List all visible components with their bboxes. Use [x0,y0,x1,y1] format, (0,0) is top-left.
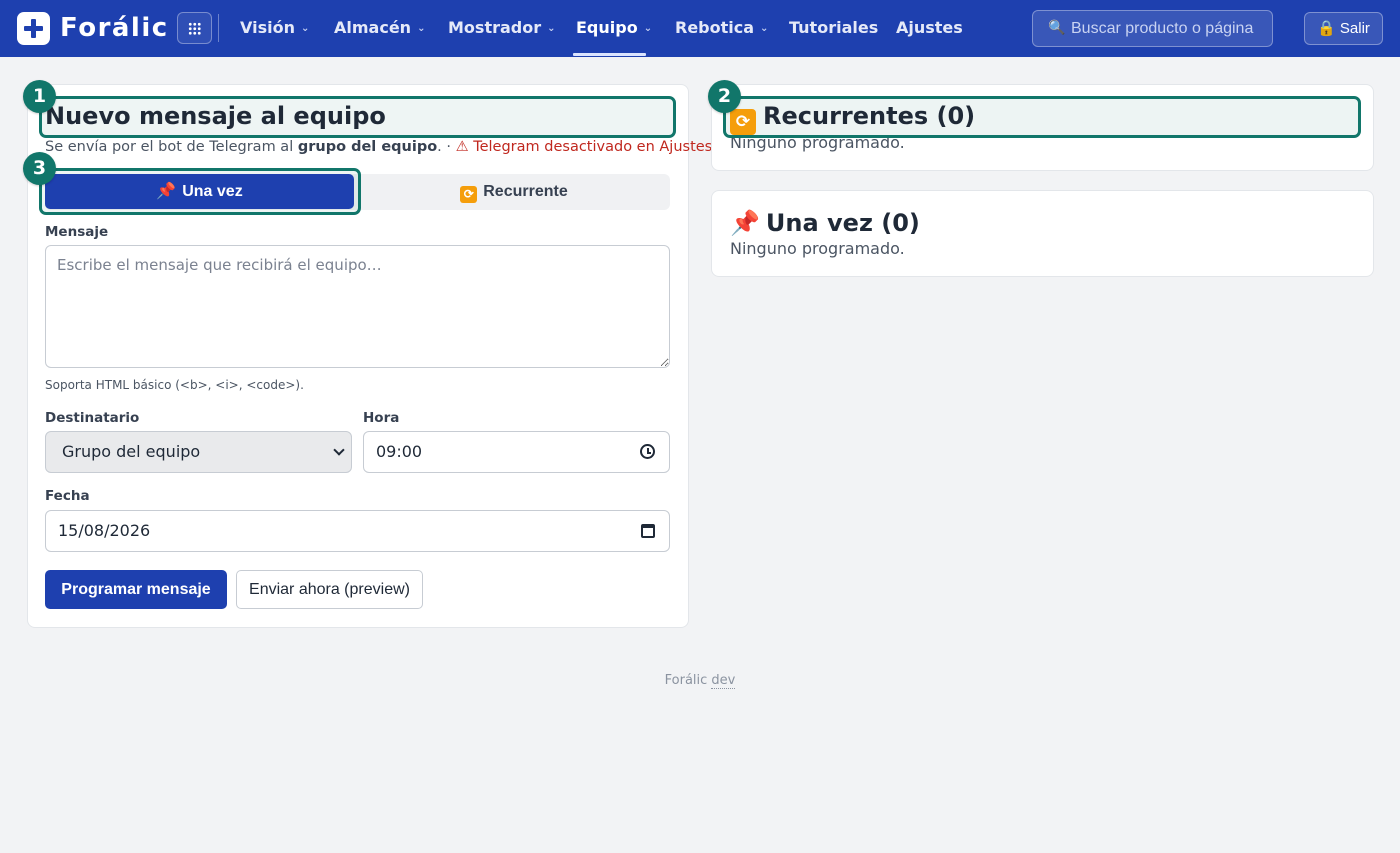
search-icon: 🔍 [1048,20,1066,36]
once-card: 📌 Una vez (0) Ninguno programado. [711,190,1374,277]
telegram-disabled-warning[interactable]: ⚠ Telegram desactivado en Ajustes [456,139,713,155]
message-label: Mensaje [45,224,109,240]
recipient-label: Destinatario [45,410,140,426]
clock-icon[interactable] [640,444,655,459]
nav-item-tutoriales[interactable]: Tutoriales [789,17,878,39]
search-input[interactable] [1071,11,1269,46]
chevron-down-icon: ⌄ [300,23,310,34]
app-logo-icon[interactable] [17,12,50,45]
date-value: 15/08/2026 [58,521,151,540]
chevron-down-icon: ⌄ [547,23,556,34]
brand-name[interactable]: Forálic [60,10,169,46]
page-title: Nuevo mensaje al equipo [45,102,386,130]
nav-item-ajustes[interactable]: Ajustes [896,17,963,39]
send-now-preview-button[interactable]: Enviar ahora (preview) [236,570,423,609]
date-label: Fecha [45,488,90,504]
footer: Forálic dev [664,673,736,689]
time-input[interactable]: 09:00 [363,431,670,473]
recipient-select[interactable]: Grupo del equipo [45,431,352,473]
pushpin-icon: 📌 [730,209,760,237]
nav-item-equipo[interactable]: Equipo ⌄ [576,17,652,42]
recurring-title: ⟳ Recurrentes (0) [730,100,975,135]
message-hint: Soporta HTML básico (<b>, <i>, <code>). [45,378,304,392]
once-empty-text: Ninguno programado. [730,239,905,258]
nav-item-mostrador[interactable]: Mostrador ⌄ [448,17,556,42]
chevron-down-icon: ⌄ [760,23,769,34]
form-subtitle: Se envía por el bot de Telegram al grupo… [45,139,713,155]
chevron-down-icon: ⌄ [417,23,426,34]
callout-badge-2: 2 [708,80,741,113]
schedule-message-button[interactable]: Programar mensaje [45,570,227,609]
nav-item-vision[interactable]: Visión ⌄ [240,17,309,42]
repeat-icon: ⟳ [730,109,756,135]
search-box: 🔍 [1032,10,1273,47]
once-title: 📌 Una vez (0) [730,209,920,237]
chevron-down-icon: ⌄ [643,23,653,34]
message-textarea[interactable] [45,245,670,368]
nav-divider [218,14,219,42]
app-grid-icon[interactable] [177,12,212,44]
repeat-icon: ⟳ [460,186,478,203]
callout-badge-1: 1 [23,80,56,113]
time-label: Hora [363,410,400,426]
time-value: 09:00 [376,442,423,461]
date-input[interactable]: 15/08/2026 [45,510,670,552]
nav-item-almacen[interactable]: Almacén ⌄ [334,17,425,42]
calendar-icon[interactable] [641,524,655,538]
logout-button[interactable]: 🔒 Salir [1304,12,1383,45]
mode-recurring-button[interactable]: ⟳ Recurrente [358,174,670,209]
pushpin-icon: 📌 [156,183,177,200]
recipient-value: Grupo del equipo [62,442,201,461]
env-badge[interactable]: dev [711,673,736,689]
chevron-down-icon [333,444,345,456]
top-navbar: Forálic Visión ⌄ Almacén ⌄ Mostrador ⌄ Equi… [0,0,1400,57]
active-tab-indicator [573,53,646,56]
nav-item-rebotica[interactable]: Rebotica ⌄ [675,17,768,42]
callout-badge-3: 3 [23,152,56,185]
mode-once-button[interactable]: 📌 Una vez [45,174,354,209]
